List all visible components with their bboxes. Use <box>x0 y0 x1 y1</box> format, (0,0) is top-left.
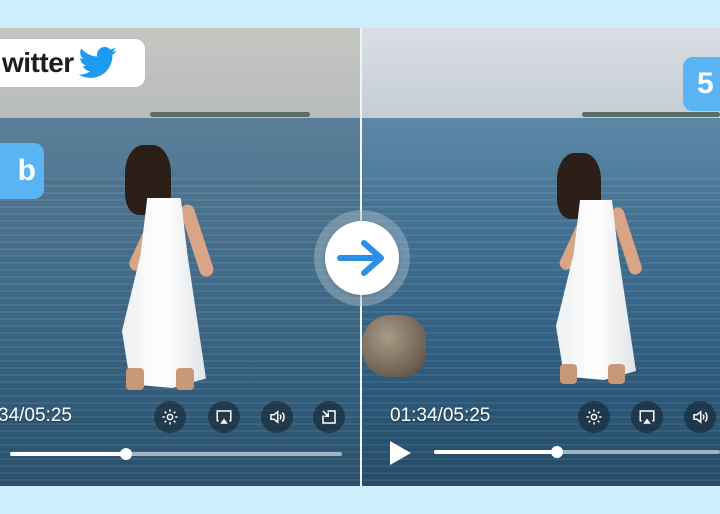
rock <box>362 315 426 377</box>
distant-island <box>150 112 310 117</box>
settings-button-right[interactable] <box>578 401 610 433</box>
airplay-button-left[interactable] <box>208 401 240 433</box>
resolution-badge-right: 5 <box>683 57 720 111</box>
progress-bar-right[interactable] <box>434 446 720 458</box>
twitter-logo-text: witter <box>2 47 74 78</box>
airplay-icon <box>216 410 232 424</box>
time-readout-left: 34/05:25 <box>0 405 72 426</box>
twitter-logo: witter <box>0 39 145 87</box>
time-readout-right: 01:34/05:25 <box>390 405 491 426</box>
airplay-icon <box>639 410 655 424</box>
progress-bar-left[interactable] <box>10 448 342 460</box>
resolution-badge-left: b <box>0 143 44 199</box>
volume-button-right[interactable] <box>684 401 716 433</box>
settings-button-left[interactable] <box>154 401 186 433</box>
sky <box>362 28 720 118</box>
airplay-button-right[interactable] <box>631 401 663 433</box>
pip-button-left[interactable] <box>313 401 345 433</box>
distant-island <box>582 112 720 117</box>
gear-icon <box>162 409 178 425</box>
progress-fill-right <box>434 450 557 454</box>
convert-arrow-button[interactable] <box>325 221 399 295</box>
convert-arrow-ring <box>314 210 410 306</box>
progress-fill-left <box>10 452 127 456</box>
volume-button-left[interactable] <box>261 401 293 433</box>
progress-knob-right[interactable] <box>550 446 563 458</box>
play-button-right[interactable] <box>390 441 411 465</box>
volume-icon <box>693 410 708 424</box>
pip-icon <box>322 410 336 424</box>
arrow-right-icon <box>337 240 384 276</box>
volume-icon <box>270 410 285 424</box>
twitter-bird-icon <box>78 47 117 78</box>
gear-icon <box>586 409 602 425</box>
